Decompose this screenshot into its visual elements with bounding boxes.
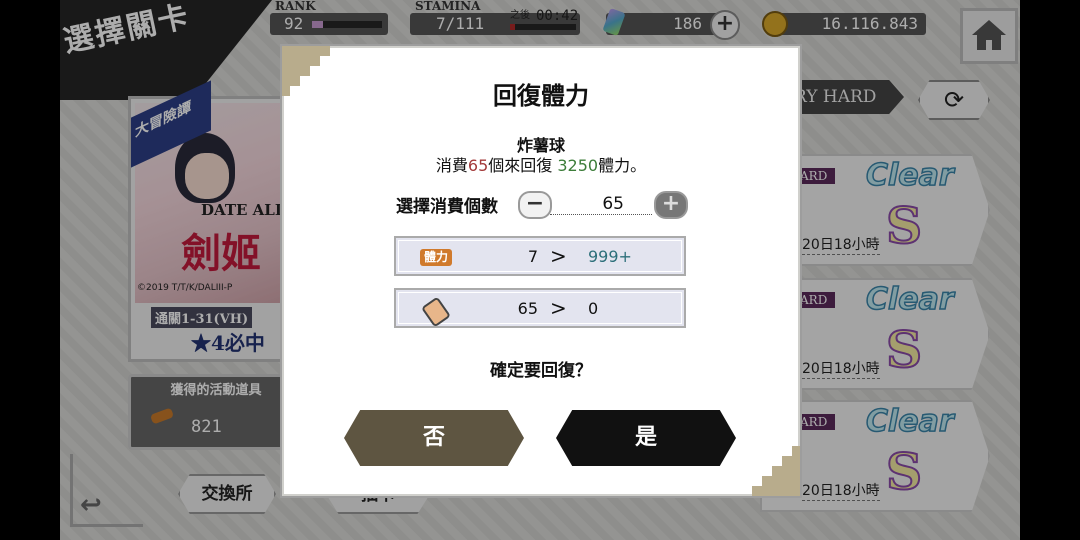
decrease-quantity-button[interactable]: − bbox=[518, 191, 552, 219]
desc-prefix: 消費 bbox=[435, 156, 468, 175]
yes-button[interactable]: 是 bbox=[556, 410, 736, 466]
item-arrow: > bbox=[550, 296, 567, 320]
quantity-value[interactable]: 65 bbox=[550, 194, 652, 215]
desc-recover: 3250 bbox=[557, 156, 599, 175]
recover-stamina-dialog: 回復體力 炸薯球 消費65個來回復 3250體力。 選擇消費個數 − 65 + … bbox=[280, 44, 802, 498]
corner-decoration-icon bbox=[752, 446, 800, 496]
no-button[interactable]: 否 bbox=[344, 410, 524, 466]
recover-description: 消費65個來回復 3250體力。 bbox=[282, 152, 800, 176]
stamina-to: 999+ bbox=[588, 247, 632, 266]
stamina-from: 7 bbox=[527, 247, 538, 266]
desc-middle: 個來回復 bbox=[488, 156, 558, 175]
confirm-question: 確定要回復？ bbox=[490, 361, 592, 381]
item-to: 0 bbox=[588, 299, 599, 318]
stamina-arrow: > bbox=[550, 244, 567, 268]
game-screen: 選擇關卡 RANK 92 STAMINA 7/111 之後 00:42 186 … bbox=[60, 0, 1020, 540]
stamina-change-row: 體力 7 > 999+ bbox=[394, 236, 686, 276]
stamina-badge: 體力 bbox=[420, 249, 453, 266]
dialog-title: 回復體力 bbox=[493, 82, 589, 110]
item-from: 65 bbox=[517, 299, 538, 318]
quantity-label: 選擇消費個數 bbox=[396, 197, 498, 217]
increase-quantity-button[interactable]: + bbox=[654, 191, 688, 219]
desc-amount: 65 bbox=[467, 156, 489, 175]
desc-suffix: 體力。 bbox=[598, 156, 647, 175]
item-change-row: 65 > 0 bbox=[394, 288, 686, 328]
